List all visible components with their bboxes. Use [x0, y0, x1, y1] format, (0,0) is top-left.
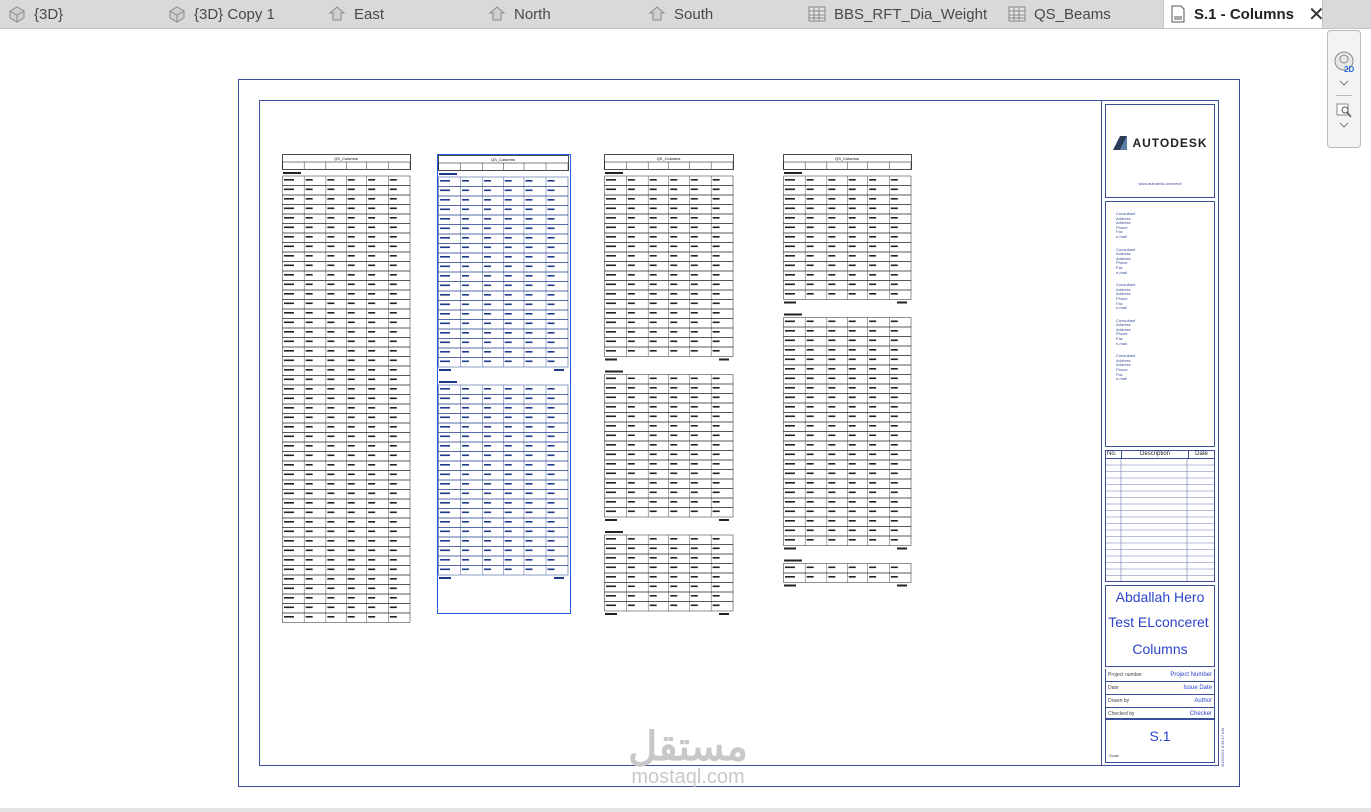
3d-view-icon [8, 5, 26, 23]
tab-south[interactable]: South [648, 0, 798, 28]
sheet-name: Columns [1132, 641, 1188, 657]
print-date-stamp: 3/16/2021 6:39:17 AM [1220, 728, 1225, 768]
navigation-bar[interactable]: 2D [1327, 30, 1361, 148]
schedule-qs-columns-3[interactable]: QS_Columns [604, 154, 735, 622]
schedule-icon [808, 5, 826, 23]
tab-label: South [674, 5, 714, 23]
view-tab-bar: {3D} {3D} Copy 1 East North South BBS_RF… [0, 0, 1371, 29]
svg-text:QS_Columns: QS_Columns [491, 157, 515, 162]
scale-label: Scale [1109, 753, 1120, 758]
prop-drawn-by: Drawn by Author [1106, 695, 1214, 708]
tab-label: North [514, 5, 551, 23]
tab-s1-columns[interactable]: S.1 - Columns ✕ [1163, 0, 1325, 28]
elevation-icon [648, 5, 666, 23]
tab-bbs-rft-dia-weight[interactable]: BBS_RFT_Dia_Weight [808, 0, 998, 28]
2d-label: 2D [1344, 65, 1355, 74]
svg-text:QS_Columns: QS_Columns [657, 156, 681, 161]
schedule-qs-columns-4[interactable]: QS_Columns [783, 154, 913, 608]
elevation-icon [328, 5, 346, 23]
project-props: Project number Project Number Date Issue D… [1105, 669, 1215, 719]
close-icon[interactable]: ✕ [1308, 2, 1325, 27]
prop-date: Date Issue Date [1106, 682, 1214, 695]
revision-table: No. Description Date [1105, 450, 1215, 582]
tab-label: East [354, 5, 385, 23]
tab-label: {3D} [34, 5, 64, 23]
tab-north[interactable]: North [488, 0, 638, 28]
revision-header: No. Description Date [1106, 451, 1214, 459]
svg-text:QS_Columns: QS_Columns [835, 156, 859, 161]
autodesk-logo: AUTODESK [1106, 105, 1214, 181]
consultant-list: Consultant Address Address Phone Fax e-mail Co… [1116, 211, 1136, 382]
status-bar [0, 808, 1371, 812]
schedule-qs-columns-1[interactable]: QS_Columns [282, 154, 412, 624]
owner-name: Abdallah Hero [1115, 589, 1205, 605]
project-box: Abdallah Hero Test ELconceret Columns [1105, 585, 1215, 667]
tab-label: BBS_RFT_Dia_Weight [834, 5, 988, 23]
3d-view-icon [168, 5, 186, 23]
sheet-icon [1170, 5, 1186, 23]
logo-box: AUTODESK www.autodesk.com/revit [1105, 104, 1215, 198]
tab-label: QS_Beams [1034, 5, 1111, 23]
mostaql-watermark: مستقل mostaql.com [628, 725, 748, 788]
tab-qs-beams[interactable]: QS_Beams [1008, 0, 1158, 28]
schedule-icon [1008, 5, 1026, 23]
tab-3d-copy-1[interactable]: {3D} Copy 1 [168, 0, 318, 28]
prop-project-number: Project number Project Number [1106, 669, 1214, 682]
website-url: www.autodesk.com/revit [1138, 181, 1182, 186]
elevation-icon [488, 5, 506, 23]
tab-east[interactable]: East [328, 0, 478, 28]
sheet-number: S.1 [1149, 728, 1171, 744]
svg-text:QS_Columns: QS_Columns [334, 156, 358, 161]
project-name: Test ELconceret [1108, 614, 1209, 630]
tab-label: {3D} Copy 1 [194, 5, 275, 23]
sheet-number-box: S.1 Scale [1105, 719, 1215, 763]
schedule-qs-columns-2[interactable]: QS_Columns [437, 154, 571, 614]
consultants-box: Consultant Address Address Phone Fax e-mail Co… [1105, 201, 1215, 447]
tab-label: S.1 - Columns [1194, 5, 1295, 23]
tab-3d[interactable]: {3D} [8, 0, 158, 28]
